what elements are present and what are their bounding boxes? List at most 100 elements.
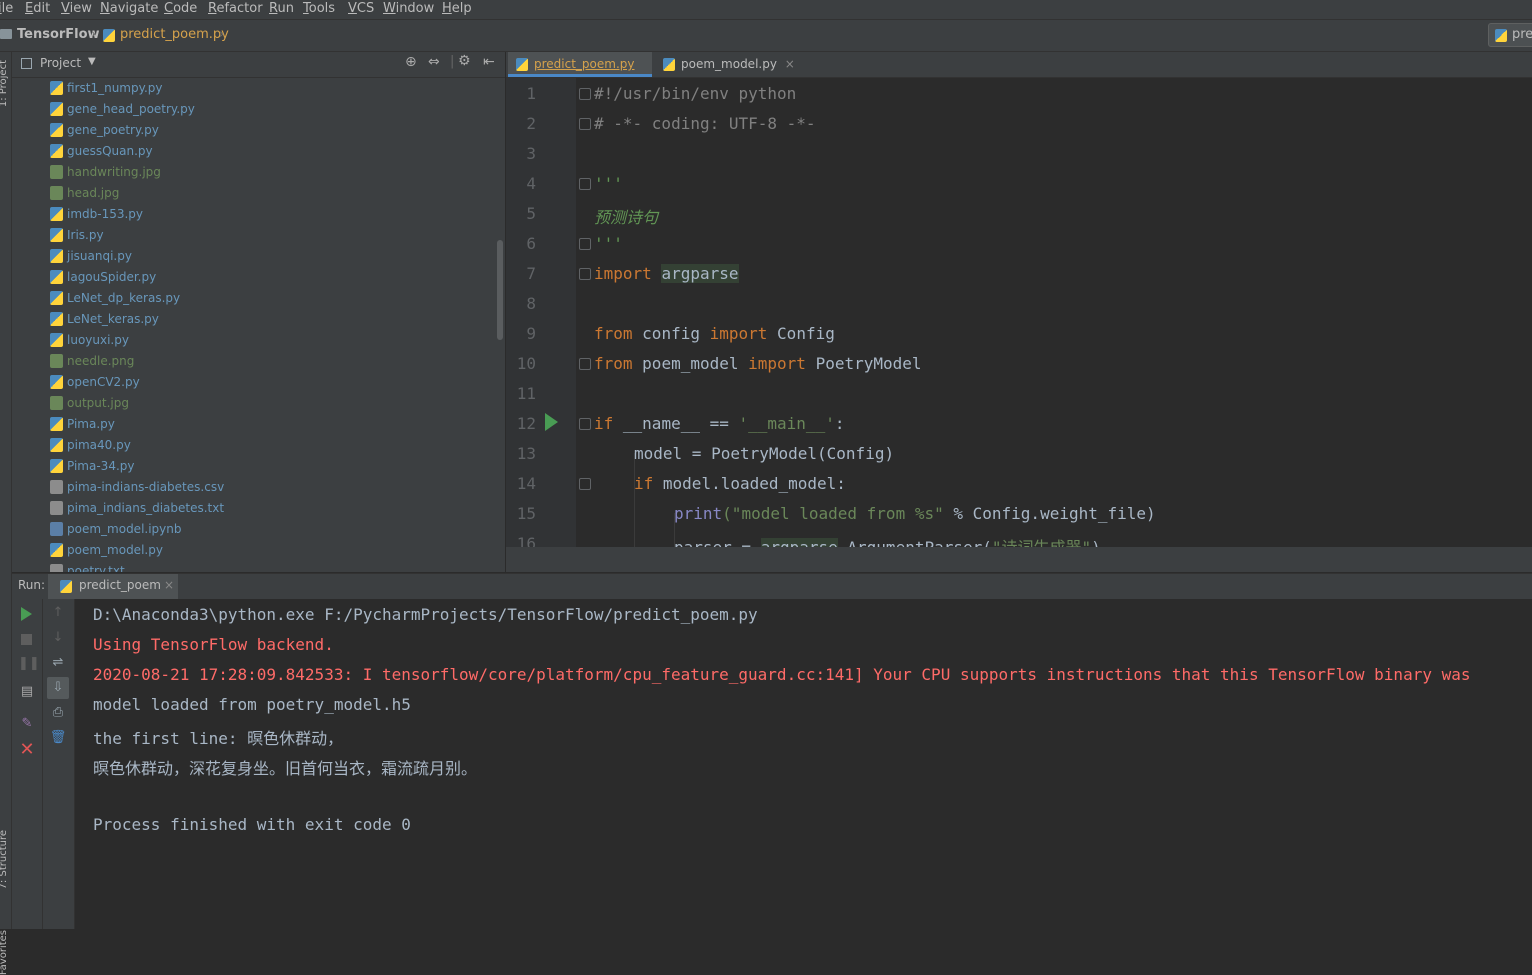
line-number: 12 [516,414,536,433]
stop-icon[interactable] [21,634,32,645]
project-file-item[interactable]: LeNet_keras.py [50,309,159,330]
close-icon[interactable]: × [164,578,174,592]
project-file-item[interactable]: needle.png [50,351,134,372]
project-file-item[interactable]: head.jpg [50,183,119,204]
close-icon[interactable]: × [785,57,795,71]
menu-code[interactable]: Code [164,0,197,19]
project-file-item[interactable]: Pima.py [50,414,115,435]
fold-marker-icon[interactable] [579,358,591,370]
run-config-selector[interactable]: pre [1488,23,1532,47]
pin-icon[interactable]: ✎ [18,715,36,733]
text-file-icon [50,564,63,572]
project-tool-button[interactable]: 1: Project [0,60,9,107]
run-tab-label: predict_poem [79,578,161,592]
project-file-item[interactable]: gene_head_poetry.py [50,99,195,120]
project-panel-header: Project ▼ ⊕ ⇔ | ⚙ ⇤ [12,52,505,78]
rerun-icon[interactable] [21,607,32,621]
fold-marker-icon[interactable] [579,238,591,250]
project-scrollbar[interactable] [497,240,503,340]
fold-marker-icon[interactable] [579,418,591,430]
panel-divider[interactable] [506,547,1532,572]
soft-wrap-icon[interactable]: ⇌ [49,654,67,672]
menu-refactor[interactable]: Refactor [208,0,263,19]
project-file-item[interactable]: pima40.py [50,435,131,456]
menu-vcs[interactable]: VCS [348,0,374,19]
breadcrumb-project[interactable]: TensorFlow [17,27,100,42]
arrow-up-icon[interactable]: ↑ [49,604,67,622]
line-number: 4 [526,174,536,193]
collapse-all-icon[interactable]: ⇔ [428,54,440,70]
project-file-item[interactable]: poem_model.py [50,540,163,561]
locate-icon[interactable]: ⊕ [405,54,417,70]
run-gutter-icon[interactable] [545,413,558,431]
project-file-item[interactable]: pima_indians_diabetes.txt [50,498,224,519]
console-line: Process finished with exit code 0 [93,815,411,834]
favorites-tool-button[interactable]: Favorites [0,930,9,975]
project-file-item[interactable]: jisuanqi.py [50,246,132,267]
run-tab[interactable]: predict_poem × [48,574,178,599]
project-file-item[interactable]: first1_numpy.py [50,78,163,99]
console-output[interactable]: D:\Anaconda3\python.exe F:/PycharmProjec… [75,599,1532,929]
menu-run[interactable]: Run [269,0,294,19]
line-number: 1 [526,84,536,103]
fold-marker-icon[interactable] [579,178,591,190]
project-file-item[interactable]: luoyuxi.py [50,330,129,351]
project-tree: first1_numpy.py gene_head_poetry.py gene_p… [12,78,505,572]
punctuation: ) [1091,538,1101,547]
python-file-icon [50,291,63,305]
project-file-item[interactable]: LeNet_dp_keras.py [50,288,180,309]
module-name: argparse [661,264,739,283]
project-file-item[interactable]: openCV2.py [50,372,140,393]
project-file-item[interactable]: Iris.py [50,225,104,246]
code-editor[interactable]: #!/usr/bin/env python # -*- coding: UTF-… [576,78,1532,547]
scroll-to-end-icon[interactable]: ⇩ [47,677,69,699]
chevron-down-icon[interactable]: ▼ [88,56,96,67]
project-panel-title[interactable]: Project [40,56,81,70]
run-config-label: pre [1512,27,1532,42]
tab-poem-model[interactable]: poem_model.py × [655,52,797,77]
line-number: 7 [526,264,536,283]
project-file-item[interactable]: pima-indians-diabetes.csv [50,477,224,498]
menu-navigate[interactable]: Navigate [100,0,158,19]
fold-marker-icon[interactable] [579,118,591,130]
menu-help[interactable]: Help [442,0,472,19]
code-line-16: parser = argparse.ArgumentParser("诗词生成器"… [674,534,1101,547]
structure-tool-button[interactable]: 7: Structure [0,830,9,889]
breadcrumb-file[interactable]: predict_poem.py [120,27,229,42]
project-file-item[interactable]: guessQuan.py [50,141,153,162]
gear-icon[interactable]: ⚙ [458,53,471,69]
project-file-item[interactable]: poetry.txt [50,561,125,572]
menu-file[interactable]: ile [0,0,13,19]
menu-edit[interactable]: Edit [25,0,50,19]
notebook-file-icon [50,522,63,536]
trash-icon[interactable]: 🗑 [49,729,67,747]
python-file-icon [50,438,63,452]
line-number: 11 [516,384,536,403]
project-file-item[interactable]: gene_poetry.py [50,120,159,141]
project-file-item[interactable]: handwriting.jpg [50,162,161,183]
text-file-icon [50,501,63,515]
project-file-item[interactable]: lagouSpider.py [50,267,156,288]
project-file-item[interactable]: imdb-153.py [50,204,143,225]
menu-view[interactable]: View [61,0,92,19]
module-name: poem_model [642,354,739,373]
fold-marker-icon[interactable] [579,478,591,490]
project-file-label: needle.png [67,354,135,368]
print-icon[interactable]: ⎙ [49,704,67,722]
pause-icon[interactable]: ❚❚ [18,655,40,673]
close-icon[interactable]: ✕ [18,741,36,759]
project-file-item[interactable]: poem_model.ipynb [50,519,182,540]
project-file-item[interactable]: Pima-34.py [50,456,134,477]
hide-panel-icon[interactable]: ⇤ [483,54,495,70]
module-name: argparse [760,538,838,547]
menu-window[interactable]: Window [383,0,434,19]
tab-predict-poem[interactable]: predict_poem.py × [508,52,652,95]
project-file-item[interactable]: output.jpg [50,393,129,414]
project-file-label: jisuanqi.py [67,249,132,263]
keyword: from [594,324,633,343]
arrow-down-icon[interactable]: ↓ [49,629,67,647]
fold-marker-icon[interactable] [579,88,591,100]
menu-tools[interactable]: Tools [303,0,335,19]
dump-threads-icon[interactable]: ▤ [18,683,36,701]
fold-marker-icon[interactable] [579,268,591,280]
